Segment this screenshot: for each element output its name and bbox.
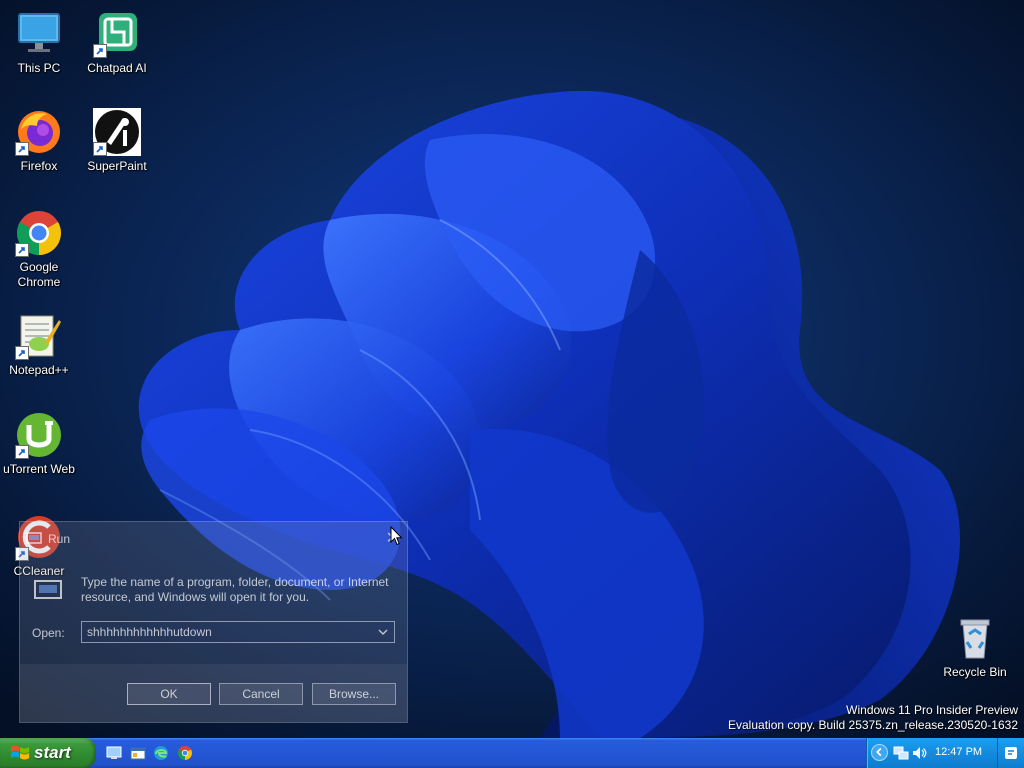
watermark-build: Evaluation copy. Build 25375.zn_release.… — [728, 718, 1018, 732]
shortcut-arrow-icon — [93, 44, 107, 58]
open-label: Open: — [32, 626, 65, 640]
run-icon — [26, 532, 42, 544]
desktop-icon-label: This PC — [17, 61, 61, 75]
desktop-icon-recycle-bin[interactable]: Recycle Bin — [937, 614, 1013, 680]
desktop-icon-label: Recycle Bin — [943, 665, 1007, 679]
shortcut-arrow-icon — [93, 142, 107, 156]
desktop-icon-notepad-plus-plus[interactable]: Notepad++ — [1, 312, 77, 378]
monitor-icon — [15, 10, 63, 58]
chevron-down-icon[interactable] — [376, 625, 390, 639]
utorrent-icon — [15, 411, 63, 459]
clock[interactable]: 12:47 PM — [935, 746, 982, 758]
network-icon[interactable] — [893, 745, 909, 761]
open-input[interactable]: shhhhhhhhhhhhutdown — [81, 621, 395, 643]
edge-icon[interactable] — [153, 745, 169, 761]
superpaint-icon — [93, 108, 141, 156]
watermark-edition: Windows 11 Pro Insider Preview — [846, 703, 1018, 717]
desktop-icon-superpaint[interactable]: SuperPaint — [79, 108, 155, 174]
desktop-icon-label: SuperPaint — [87, 159, 147, 173]
chatpad-icon — [93, 10, 141, 58]
run-dialog-description: Type the name of a program, folder, docu… — [81, 575, 389, 604]
windows-flag-icon — [11, 745, 29, 760]
firefox-icon — [15, 108, 63, 156]
shortcut-arrow-icon — [15, 243, 29, 257]
explorer-icon[interactable] — [130, 745, 146, 761]
shortcut-arrow-icon — [15, 142, 29, 156]
taskbar: start 12:47 PM — [0, 738, 1024, 768]
start-label: start — [34, 743, 71, 762]
notepad-plus-plus-icon — [15, 312, 63, 360]
desktop-icon-utorrent-web[interactable]: uTorrent Web — [1, 411, 77, 477]
cancel-button[interactable]: Cancel — [219, 683, 303, 705]
windows-evaluation-watermark: Windows 11 Pro Insider Preview Evaluatio… — [728, 703, 1018, 733]
desktop-icon-label: Firefox — [20, 159, 58, 173]
desktop-icon-label: Notepad++ — [9, 363, 69, 377]
run-dialog-titlebar[interactable]: Run ✕ — [20, 522, 407, 554]
shortcut-arrow-icon — [15, 346, 29, 360]
browse-button[interactable]: Browse... — [312, 683, 396, 705]
run-dialog-title: Run — [48, 532, 71, 546]
shortcut-arrow-icon — [15, 445, 29, 459]
ok-button[interactable]: OK — [127, 683, 211, 705]
run-dialog[interactable]: Run ✕ Type the name of a program, folder… — [19, 521, 408, 723]
desktop-icon-this-pc[interactable]: This PC — [1, 10, 77, 76]
notification-icon — [1005, 747, 1017, 759]
desktop-icon-label: Google Chrome — [17, 260, 61, 289]
chrome-icon — [15, 209, 63, 257]
desktop-icon-firefox[interactable]: Firefox — [1, 108, 77, 174]
chrome-icon[interactable] — [177, 745, 193, 761]
show-desktop-icon[interactable] — [106, 745, 122, 761]
start-button[interactable]: start — [0, 738, 96, 768]
volume-icon[interactable] — [911, 745, 927, 761]
notification-center-button[interactable] — [997, 738, 1024, 768]
chevron-left-icon[interactable] — [871, 744, 888, 761]
mouse-pointer-icon — [390, 526, 403, 546]
desktop-icon-chatpad-ai[interactable]: Chatpad AI — [79, 10, 155, 76]
system-tray: 12:47 PM — [866, 738, 997, 768]
run-program-icon — [34, 580, 62, 599]
desktop-icon-google-chrome[interactable]: Google Chrome — [1, 209, 77, 290]
recycle-bin-icon — [951, 614, 999, 662]
desktop-icon-label: Chatpad AI — [87, 61, 147, 75]
desktop-icon-label: uTorrent Web — [3, 462, 75, 476]
